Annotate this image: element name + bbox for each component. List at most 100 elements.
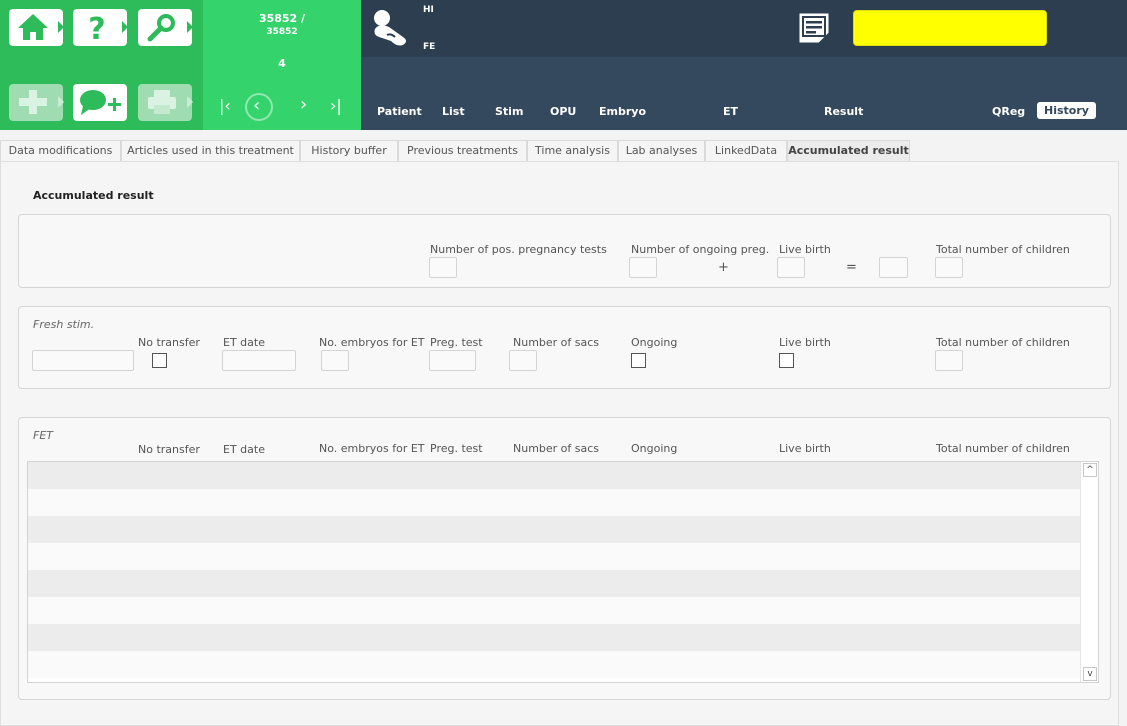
table-row[interactable] bbox=[28, 570, 1081, 597]
fet-et-date-label: ET date bbox=[223, 443, 265, 456]
section-title: Accumulated result bbox=[33, 189, 154, 202]
partner-label-bottom: FE bbox=[423, 42, 436, 52]
fresh-ongoing-label: Ongoing bbox=[631, 336, 678, 349]
search-button[interactable] bbox=[138, 9, 193, 46]
tab-accumulated-result[interactable]: Accumulated result bbox=[787, 140, 910, 162]
table-row[interactable] bbox=[28, 543, 1081, 570]
live-birth-label: Live birth bbox=[779, 243, 831, 256]
fresh-preg-test-label: Preg. test bbox=[430, 336, 483, 349]
plus-sign: + bbox=[718, 260, 729, 275]
svg-text:?: ? bbox=[88, 12, 105, 42]
table-row[interactable] bbox=[28, 462, 1081, 489]
fresh-preg-test-field[interactable] bbox=[429, 350, 476, 371]
fresh-live-birth-checkbox[interactable] bbox=[779, 353, 794, 368]
nav-tab-list[interactable]: List bbox=[442, 105, 465, 118]
pos-preg-tests-field[interactable] bbox=[429, 257, 457, 278]
prev-record-button[interactable]: ‹ bbox=[245, 93, 273, 121]
chevron-right-icon bbox=[187, 21, 193, 33]
tab-articles[interactable]: Articles used in this treatment bbox=[121, 140, 300, 162]
sum-result-field[interactable] bbox=[879, 257, 908, 278]
tab-data-modifications[interactable]: Data modifications bbox=[0, 140, 121, 162]
print-button[interactable] bbox=[138, 84, 193, 121]
nav-tab-history[interactable]: History bbox=[1037, 102, 1096, 119]
toolbar-panel: ? bbox=[0, 0, 203, 130]
fet-no-embryos-label: No. embryos for ET bbox=[319, 442, 425, 455]
record-total: 35852 bbox=[266, 27, 298, 37]
fresh-et-date-field[interactable] bbox=[222, 350, 296, 371]
fet-grid[interactable]: ^ v bbox=[27, 461, 1099, 683]
ongoing-preg-label: Number of ongoing preg. bbox=[631, 243, 770, 256]
plus-icon bbox=[19, 90, 47, 114]
home-icon bbox=[18, 14, 48, 40]
fresh-no-transfer-checkbox[interactable] bbox=[152, 353, 167, 368]
help-button[interactable]: ? bbox=[73, 9, 128, 46]
fresh-ongoing-checkbox[interactable] bbox=[631, 353, 646, 368]
fresh-stim-field[interactable] bbox=[32, 350, 134, 371]
fresh-total-children-field[interactable] bbox=[935, 350, 963, 371]
nav-tab-et[interactable]: ET bbox=[723, 105, 738, 118]
nav-tab-stim[interactable]: Stim bbox=[495, 105, 523, 118]
printer-icon bbox=[148, 90, 176, 114]
nav-tab-result[interactable]: Result bbox=[824, 105, 863, 118]
patient-name-highlight[interactable] bbox=[853, 10, 1047, 46]
fet-preg-test-label: Preg. test bbox=[430, 442, 483, 455]
partner-label-top: HI bbox=[423, 5, 434, 15]
fet-title: FET bbox=[33, 429, 53, 442]
equals-sign: = bbox=[846, 260, 857, 275]
tab-previous-treatments[interactable]: Previous treatments bbox=[398, 140, 527, 162]
module-nav bbox=[361, 57, 1127, 130]
table-row[interactable] bbox=[28, 516, 1081, 543]
next-record-button[interactable]: › bbox=[300, 94, 307, 115]
tab-time-analysis[interactable]: Time analysis bbox=[527, 140, 618, 162]
last-record-button[interactable]: ›| bbox=[330, 96, 342, 115]
total-children-field[interactable] bbox=[935, 257, 963, 278]
scroll-up-button[interactable]: ^ bbox=[1083, 463, 1097, 477]
total-children-label: Total number of children bbox=[936, 243, 1070, 256]
fresh-num-sacs-field[interactable] bbox=[509, 350, 537, 371]
first-record-button[interactable]: |‹ bbox=[219, 96, 231, 115]
fet-live-birth-label: Live birth bbox=[779, 442, 831, 455]
fet-num-sacs-label: Number of sacs bbox=[513, 442, 600, 455]
question-icon: ? bbox=[88, 12, 105, 42]
fet-total-children-label: Total number of children bbox=[936, 442, 1070, 455]
fresh-total-children-label: Total number of children bbox=[936, 336, 1070, 349]
record-index: 4 bbox=[278, 57, 286, 70]
fresh-stim-title: Fresh stim. bbox=[33, 318, 95, 331]
nav-tab-opu[interactable]: OPU bbox=[550, 105, 576, 118]
table-row[interactable] bbox=[28, 597, 1081, 624]
baby-icon bbox=[374, 10, 406, 46]
nav-tab-patient[interactable]: Patient bbox=[377, 105, 422, 118]
fresh-no-embryos-field[interactable] bbox=[321, 350, 349, 371]
search-icon bbox=[147, 14, 175, 42]
fresh-et-date-label: ET date bbox=[223, 336, 265, 349]
header-bar: ? 35852 / 35852 4 |‹ ‹ › ›| HI FE Patien… bbox=[0, 0, 1127, 130]
fresh-no-transfer-label: No transfer bbox=[138, 336, 200, 349]
add-button[interactable] bbox=[9, 84, 64, 121]
tab-lab-analyses[interactable]: Lab analyses bbox=[618, 140, 705, 162]
chevron-right-icon bbox=[58, 21, 64, 33]
table-row[interactable] bbox=[28, 651, 1081, 678]
tab-linkeddata[interactable]: LinkedData bbox=[705, 140, 787, 162]
fresh-live-birth-label: Live birth bbox=[779, 336, 831, 349]
fet-ongoing-label: Ongoing bbox=[631, 442, 678, 455]
add-comment-button[interactable] bbox=[73, 84, 127, 121]
chevron-left-icon: ‹ bbox=[253, 95, 261, 116]
home-button[interactable] bbox=[9, 9, 64, 46]
record-counter: 35852 / bbox=[258, 12, 306, 25]
fet-no-transfer-label: No transfer bbox=[138, 443, 200, 456]
live-birth-field[interactable] bbox=[777, 257, 805, 278]
fresh-num-sacs-label: Number of sacs bbox=[513, 336, 600, 349]
chevron-right-icon bbox=[58, 96, 64, 108]
notes-icon[interactable] bbox=[795, 9, 833, 47]
ongoing-preg-field[interactable] bbox=[629, 257, 657, 278]
fresh-no-embryos-label: No. embryos for ET bbox=[319, 336, 425, 349]
nav-tab-qreg[interactable]: QReg bbox=[992, 105, 1025, 118]
table-row[interactable] bbox=[28, 489, 1081, 516]
table-row[interactable] bbox=[28, 624, 1081, 651]
tab-history-buffer[interactable]: History buffer bbox=[300, 140, 398, 162]
chevron-right-icon bbox=[122, 21, 128, 33]
scroll-down-button[interactable]: v bbox=[1083, 667, 1097, 681]
chevron-right-icon bbox=[187, 96, 193, 108]
grid-scrollbar[interactable]: ^ v bbox=[1080, 462, 1098, 682]
nav-tab-embryo[interactable]: Embryo bbox=[599, 105, 646, 118]
